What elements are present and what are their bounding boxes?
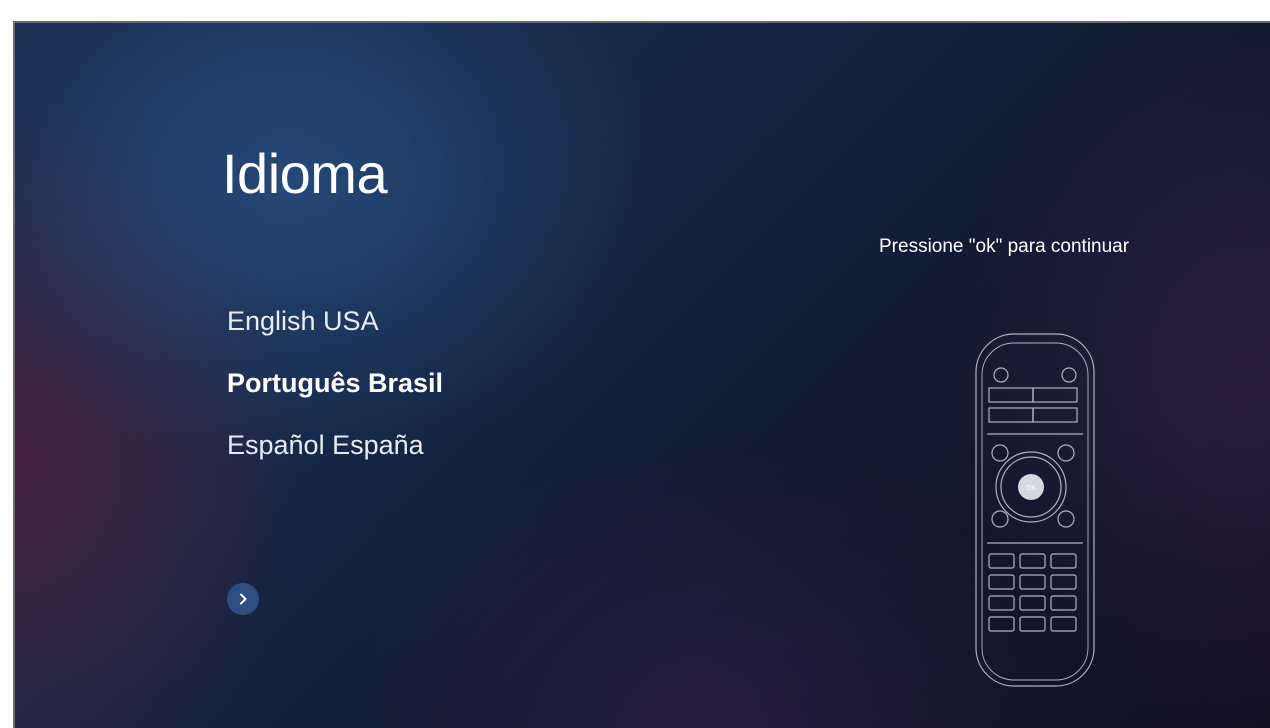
page-title: Idioma <box>222 142 388 205</box>
continue-hint: Pressione "ok" para continuar <box>879 236 1130 257</box>
ok-button-label: OK <box>1026 485 1036 492</box>
language-option-portugues-brasil[interactable]: Português Brasil <box>227 363 443 425</box>
chevron-right-icon <box>240 593 247 605</box>
display-frame: Idioma Pressione "ok" para continuar Eng… <box>0 0 1270 728</box>
language-option-espanol-espana[interactable]: Español España <box>227 425 443 487</box>
tv-screen: Idioma Pressione "ok" para continuar Eng… <box>13 21 1270 728</box>
remote-control-icon: OK <box>975 333 1095 687</box>
next-button[interactable] <box>227 583 259 615</box>
language-list: English USA Português Brasil Español Esp… <box>227 301 443 487</box>
language-option-english-usa[interactable]: English USA <box>227 301 443 363</box>
